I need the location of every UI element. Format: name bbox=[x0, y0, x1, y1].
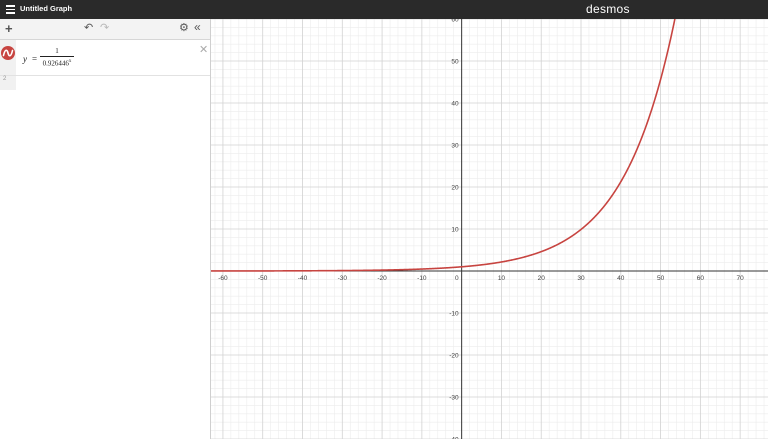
expression-gutter bbox=[0, 40, 16, 75]
denominator-exponent: x bbox=[68, 58, 72, 64]
x-tick-label: 60 bbox=[697, 275, 705, 282]
y-tick-label: 40 bbox=[451, 101, 459, 108]
expression-lhs: y bbox=[23, 54, 27, 64]
graph-title[interactable]: Untitled Graph bbox=[20, 4, 72, 13]
delete-expression-icon[interactable]: ✕ bbox=[199, 43, 208, 56]
x-tick-label: 50 bbox=[657, 275, 665, 282]
expression-fraction: 1 0.926446x bbox=[40, 47, 74, 68]
graph-canvas[interactable]: -60 -50 -40 -30 -20 -10 0 10 20 30 40 50 60 70 60 50 40 3… bbox=[211, 19, 768, 439]
y-tick-label: -30 bbox=[449, 395, 459, 402]
expression-row[interactable]: y = 1 0.926446x ✕ bbox=[0, 40, 210, 76]
redo-icon[interactable]: ↷ bbox=[100, 23, 109, 34]
y-tick-label: -10 bbox=[449, 311, 459, 318]
gear-icon[interactable]: ⚙ bbox=[179, 23, 189, 34]
y-tick-label: -20 bbox=[449, 353, 459, 360]
x-tick-label: -20 bbox=[377, 275, 387, 282]
y-tick-label: 30 bbox=[451, 143, 459, 150]
top-bar: Untitled Graph desmos bbox=[0, 0, 768, 19]
x-tick-label: -10 bbox=[417, 275, 427, 282]
x-tick-label: 0 bbox=[455, 275, 459, 282]
x-tick-label: 10 bbox=[498, 275, 506, 282]
x-tick-label: -40 bbox=[298, 275, 308, 282]
plus-icon[interactable]: + bbox=[5, 22, 13, 35]
expression-toolbar: + ↶ ↷ ⚙ « bbox=[0, 19, 210, 40]
graph-color-icon[interactable] bbox=[1, 46, 15, 60]
fraction-denominator: 0.926446x bbox=[40, 57, 74, 68]
x-tick-label: 30 bbox=[577, 275, 585, 282]
x-tick-label: 40 bbox=[617, 275, 625, 282]
undo-icon[interactable]: ↶ bbox=[84, 23, 93, 34]
y-tick-label: 50 bbox=[451, 59, 459, 66]
y-tick-label: 10 bbox=[451, 227, 459, 234]
y-tick-label: 20 bbox=[451, 185, 459, 192]
x-tick-label: 70 bbox=[737, 275, 745, 282]
desmos-logo: desmos bbox=[586, 2, 630, 16]
hamburger-menu-icon[interactable] bbox=[6, 5, 15, 14]
expression-equals: = bbox=[32, 54, 38, 64]
empty-row-index: 2 bbox=[3, 76, 7, 82]
x-tick-label: -60 bbox=[218, 275, 228, 282]
y-tick-label: 60 bbox=[451, 19, 459, 24]
fraction-numerator: 1 bbox=[55, 47, 59, 55]
expression-panel: + ↶ ↷ ⚙ « y = 1 0.926446x ✕ 2 bbox=[0, 19, 211, 439]
denominator-base: 0.926446 bbox=[42, 59, 69, 68]
x-tick-label: 20 bbox=[538, 275, 546, 282]
double-chevron-left-icon[interactable]: « bbox=[194, 21, 201, 33]
empty-expression-row[interactable]: 2 bbox=[0, 76, 16, 90]
x-tick-label: -50 bbox=[258, 275, 268, 282]
x-tick-label: -30 bbox=[338, 275, 348, 282]
